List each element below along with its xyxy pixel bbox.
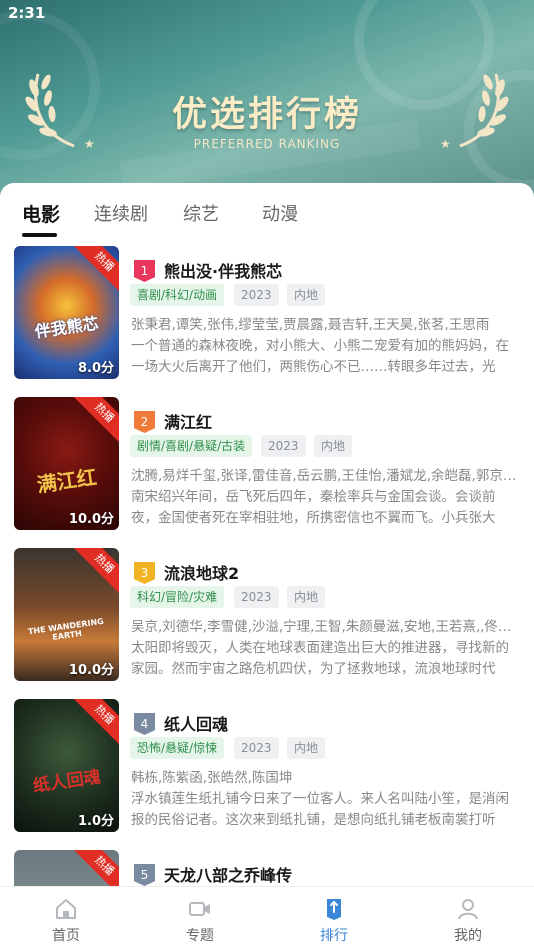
movie-title[interactable]: 天龙八部之乔峰传 [164, 862, 292, 886]
tab-movies[interactable]: 电影 [22, 200, 60, 227]
movie-poster[interactable]: 纸人回魂 热播 1.0分 [14, 699, 119, 832]
year-tag: 2023 [234, 737, 279, 759]
nav-label: 我的 [454, 928, 482, 944]
movie-description: 一个普通的森林夜晚，对小熊大、小熊二宠爱有加的熊妈妈，在一场大火后离开了他们，两… [131, 338, 509, 375]
movie-title[interactable]: 流浪地球2 [164, 560, 239, 584]
banner-title: 优选排行榜 [171, 95, 362, 135]
ranking-panel: 电影 连续剧 综艺 动漫 伴我熊芯 热播 8.0分 1 熊出没·伴我熊芯 喜剧/… [0, 183, 534, 949]
movie-score: 8.0分 [77, 361, 114, 376]
ranking-banner: 2:31 优选排行榜 ★ PREFERRED RANKING ★ [0, 0, 534, 200]
region-tag: 内地 [314, 435, 353, 457]
rank-badge: 4 [134, 713, 155, 735]
rank-badge: 3 [134, 562, 155, 584]
movie-cast: 吴京,刘德华,李雪健,沙溢,宁理,王智,朱颜曼滋,安地,王若熹,,佟丽... [131, 619, 521, 635]
region-tag: 内地 [287, 737, 326, 759]
genre-tag: 剧情/喜剧/悬疑/古装 [130, 435, 253, 457]
list-item[interactable]: 满江红 热播 10.0分 2 满江红 剧情/喜剧/悬疑/古装 2023 内地 沈… [0, 397, 534, 547]
movie-poster[interactable]: 热播 [14, 850, 119, 886]
home-icon [56, 899, 76, 919]
rank-badge: 2 [134, 411, 155, 433]
genre-tag: 恐怖/悬疑/惊悚 [130, 737, 225, 759]
movie-description: 南宋绍兴年间，岳飞死后四年，秦桧率兵与金国会谈。会谈前夜，金国使者死在宰相驻地，… [131, 489, 496, 526]
active-tab-indicator [22, 233, 57, 237]
tab-anime[interactable]: 动漫 [262, 200, 298, 226]
star-icon: ★ [440, 137, 451, 151]
nav-label: 首页 [52, 928, 80, 944]
nav-ranking[interactable]: 排行 [284, 887, 384, 949]
video-camera-icon [189, 902, 210, 916]
list-item[interactable]: 伴我熊芯 热播 8.0分 1 熊出没·伴我熊芯 喜剧/科幻/动画 2023 内地… [0, 246, 534, 396]
movie-poster[interactable]: THE WANDERING EARTH 热播 10.0分 [14, 548, 119, 681]
list-item[interactable]: 热播 5 天龙八部之乔峰传 [0, 850, 534, 886]
genre-tag: 科幻/冒险/灾难 [130, 586, 225, 608]
rank-badge: 5 [134, 864, 155, 886]
person-icon [458, 899, 478, 920]
genre-tag: 喜剧/科幻/动画 [130, 284, 225, 306]
movie-poster[interactable]: 满江红 热播 10.0分 [14, 397, 119, 530]
movie-cast: 张秉君,谭笑,张伟,缪莹莹,贾晨露,聂吉轩,王天昊,张茗,王思雨 [131, 317, 490, 333]
nav-label: 排行 [320, 928, 348, 944]
year-tag: 2023 [261, 435, 306, 457]
nav-label: 专题 [186, 928, 214, 944]
movie-poster[interactable]: 伴我熊芯 热播 8.0分 [14, 246, 119, 379]
nav-topics[interactable]: 专题 [150, 887, 250, 949]
ranking-icon [327, 899, 341, 920]
year-tag: 2023 [234, 284, 279, 306]
movie-cast: 韩栋,陈紫函,张皓然,陈国坤 [131, 770, 293, 786]
list-item[interactable]: 纸人回魂 热播 1.0分 4 纸人回魂 恐怖/悬疑/惊悚 2023 内地 韩栋,… [0, 699, 534, 849]
status-bar-time: 2:31 [8, 4, 46, 22]
bottom-navigation: 首页 专题 排行 我的 [0, 886, 534, 949]
movie-description: 太阳即将毁灭，人类在地球表面建造出巨大的推进器，寻找新的家园。然而宇宙之路危机四… [131, 640, 509, 677]
year-tag: 2023 [234, 586, 279, 608]
movie-title[interactable]: 满江红 [164, 409, 212, 433]
nav-profile[interactable]: 我的 [418, 887, 518, 949]
rank-badge: 1 [134, 260, 155, 282]
movie-title[interactable]: 熊出没·伴我熊芯 [164, 258, 282, 282]
movie-score: 1.0分 [77, 814, 114, 829]
movie-cast: 沈腾,易烊千玺,张译,雷佳音,岳云鹏,王佳怡,潘斌龙,余皑磊,郭京飞,... [131, 468, 521, 484]
banner-subtitle: PREFERRED RANKING [193, 137, 341, 151]
movie-score: 10.0分 [68, 512, 114, 527]
region-tag: 内地 [287, 586, 326, 608]
tab-series[interactable]: 连续剧 [94, 200, 148, 226]
list-item[interactable]: THE WANDERING EARTH 热播 10.0分 3 流浪地球2 科幻/… [0, 548, 534, 698]
movie-score: 10.0分 [68, 663, 114, 678]
category-tabs: 电影 连续剧 综艺 动漫 [0, 183, 534, 239]
tab-variety[interactable]: 综艺 [183, 200, 219, 226]
nav-home[interactable]: 首页 [16, 887, 116, 949]
region-tag: 内地 [287, 284, 326, 306]
movie-description: 浮水镇莲生纸扎铺今日来了一位客人。来人名叫陆小笙，是消闲报的民俗记者。这次来到纸… [131, 791, 509, 828]
movie-title[interactable]: 纸人回魂 [164, 711, 228, 735]
